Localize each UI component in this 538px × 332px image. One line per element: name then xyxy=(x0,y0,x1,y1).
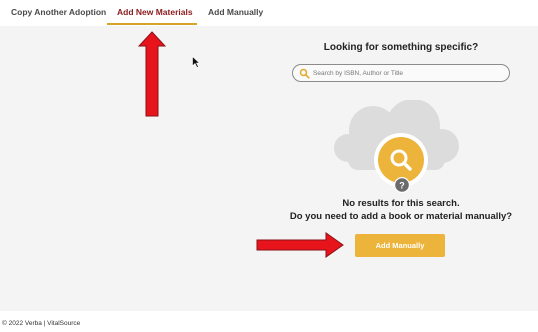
svg-text:?: ? xyxy=(399,180,405,190)
tab-add-manually[interactable]: Add Manually xyxy=(208,7,263,17)
footer: © 2022 Verba | VitalSource xyxy=(0,311,538,332)
search-box[interactable] xyxy=(292,64,510,82)
tab-add-new-materials[interactable]: Add New Materials xyxy=(117,7,193,17)
footer-copyright: © 2022 Verba | VitalSource xyxy=(2,320,81,327)
no-results-line-2: Do you need to add a book or material ma… xyxy=(289,210,513,222)
no-results-illustration: ? xyxy=(334,100,459,193)
question-icon: ? xyxy=(394,177,410,193)
red-arrow-up-icon xyxy=(138,31,166,117)
mouse-cursor-icon xyxy=(192,56,200,68)
no-results-line-1: No results for this search. xyxy=(342,198,460,209)
search-input[interactable] xyxy=(313,66,503,80)
no-results-message: No results for this search. Do you need … xyxy=(270,198,532,223)
tab-bar: Copy Another Adoption Add New Materials … xyxy=(0,0,538,26)
search-icon xyxy=(299,68,310,79)
tab-copy-another-adoption[interactable]: Copy Another Adoption xyxy=(11,7,106,17)
red-arrow-right-icon xyxy=(256,232,344,258)
add-manually-button[interactable]: Add Manually xyxy=(355,234,445,257)
active-tab-indicator xyxy=(107,23,197,25)
search-heading: Looking for something specific? xyxy=(323,42,479,53)
